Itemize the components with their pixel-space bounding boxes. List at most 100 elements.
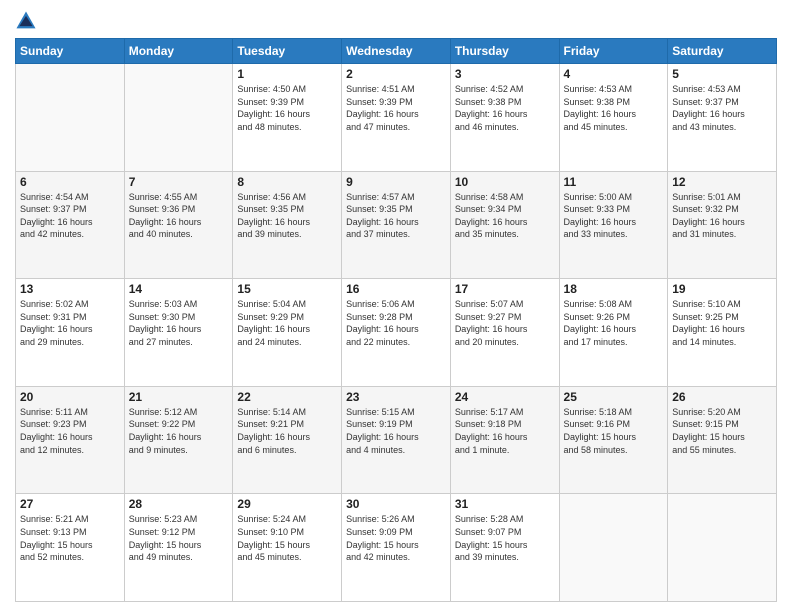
day-info: Sunrise: 5:26 AM Sunset: 9:09 PM Dayligh… (346, 513, 446, 563)
calendar-cell (16, 64, 125, 172)
day-info: Sunrise: 5:06 AM Sunset: 9:28 PM Dayligh… (346, 298, 446, 348)
day-info: Sunrise: 5:24 AM Sunset: 9:10 PM Dayligh… (237, 513, 337, 563)
day-info: Sunrise: 5:07 AM Sunset: 9:27 PM Dayligh… (455, 298, 555, 348)
day-number: 3 (455, 67, 555, 81)
day-number: 5 (672, 67, 772, 81)
day-info: Sunrise: 4:57 AM Sunset: 9:35 PM Dayligh… (346, 191, 446, 241)
day-number: 13 (20, 282, 120, 296)
calendar-row-2: 6 Sunrise: 4:54 AM Sunset: 9:37 PM Daylig… (16, 171, 777, 279)
day-number: 20 (20, 390, 120, 404)
calendar-cell: 18 Sunrise: 5:08 AM Sunset: 9:26 PM Dayli… (559, 279, 668, 387)
day-number: 7 (129, 175, 229, 189)
day-info: Sunrise: 5:04 AM Sunset: 9:29 PM Dayligh… (237, 298, 337, 348)
day-info: Sunrise: 5:01 AM Sunset: 9:32 PM Dayligh… (672, 191, 772, 241)
calendar-cell: 1 Sunrise: 4:50 AM Sunset: 9:39 PM Daylig… (233, 64, 342, 172)
calendar-row-1: 1 Sunrise: 4:50 AM Sunset: 9:39 PM Daylig… (16, 64, 777, 172)
day-info: Sunrise: 5:21 AM Sunset: 9:13 PM Dayligh… (20, 513, 120, 563)
calendar-cell: 20 Sunrise: 5:11 AM Sunset: 9:23 PM Dayli… (16, 386, 125, 494)
calendar-cell: 12Sunrise: 5:01 AM Sunset: 9:32 PM Dayli… (668, 171, 777, 279)
calendar-cell: 29Sunrise: 5:24 AM Sunset: 9:10 PM Dayli… (233, 494, 342, 602)
day-info: Sunrise: 4:53 AM Sunset: 9:38 PM Dayligh… (564, 83, 664, 133)
day-info: Sunrise: 4:54 AM Sunset: 9:37 PM Dayligh… (20, 191, 120, 241)
calendar-cell: 23 Sunrise: 5:15 AM Sunset: 9:19 PM Dayli… (342, 386, 451, 494)
calendar-cell: 6 Sunrise: 4:54 AM Sunset: 9:37 PM Daylig… (16, 171, 125, 279)
day-number: 10 (455, 175, 555, 189)
day-number: 9 (346, 175, 446, 189)
calendar-cell: 10 Sunrise: 4:58 AM Sunset: 9:34 PM Dayli… (450, 171, 559, 279)
calendar-cell: 25 Sunrise: 5:18 AM Sunset: 9:16 PM Dayli… (559, 386, 668, 494)
day-info: Sunrise: 5:03 AM Sunset: 9:30 PM Dayligh… (129, 298, 229, 348)
header (15, 10, 777, 32)
calendar-cell: 14Sunrise: 5:03 AM Sunset: 9:30 PM Dayli… (124, 279, 233, 387)
day-number: 11 (564, 175, 664, 189)
logo-icon (15, 10, 37, 32)
day-number: 4 (564, 67, 664, 81)
calendar-cell: 7 Sunrise: 4:55 AM Sunset: 9:36 PM Daylig… (124, 171, 233, 279)
day-info: Sunrise: 4:55 AM Sunset: 9:36 PM Dayligh… (129, 191, 229, 241)
day-number: 25 (564, 390, 664, 404)
calendar-cell: 5 Sunrise: 4:53 AM Sunset: 9:37 PM Daylig… (668, 64, 777, 172)
day-info: Sunrise: 5:15 AM Sunset: 9:19 PM Dayligh… (346, 406, 446, 456)
day-number: 21 (129, 390, 229, 404)
calendar-cell: 22 Sunrise: 5:14 AM Sunset: 9:21 PM Dayli… (233, 386, 342, 494)
calendar-cell: 3 Sunrise: 4:52 AM Sunset: 9:38 PM Daylig… (450, 64, 559, 172)
day-number: 18 (564, 282, 664, 296)
day-number: 17 (455, 282, 555, 296)
day-info: Sunrise: 5:12 AM Sunset: 9:22 PM Dayligh… (129, 406, 229, 456)
day-info: Sunrise: 5:08 AM Sunset: 9:26 PM Dayligh… (564, 298, 664, 348)
day-info: Sunrise: 5:28 AM Sunset: 9:07 PM Dayligh… (455, 513, 555, 563)
calendar-row-4: 20 Sunrise: 5:11 AM Sunset: 9:23 PM Dayli… (16, 386, 777, 494)
day-number: 31 (455, 497, 555, 511)
calendar-cell: 2 Sunrise: 4:51 AM Sunset: 9:39 PM Daylig… (342, 64, 451, 172)
day-number: 6 (20, 175, 120, 189)
calendar-cell: 8 Sunrise: 4:56 AM Sunset: 9:35 PM Daylig… (233, 171, 342, 279)
calendar-cell: 13 Sunrise: 5:02 AM Sunset: 9:31 PM Dayli… (16, 279, 125, 387)
logo (15, 10, 41, 32)
day-number: 28 (129, 497, 229, 511)
calendar-header-tuesday: Tuesday (233, 39, 342, 64)
day-info: Sunrise: 4:51 AM Sunset: 9:39 PM Dayligh… (346, 83, 446, 133)
day-info: Sunrise: 5:18 AM Sunset: 9:16 PM Dayligh… (564, 406, 664, 456)
day-number: 23 (346, 390, 446, 404)
calendar-cell: 26 Sunrise: 5:20 AM Sunset: 9:15 PM Dayli… (668, 386, 777, 494)
calendar-header-sunday: Sunday (16, 39, 125, 64)
day-number: 8 (237, 175, 337, 189)
day-number: 22 (237, 390, 337, 404)
day-number: 30 (346, 497, 446, 511)
calendar-cell (124, 64, 233, 172)
day-number: 19 (672, 282, 772, 296)
day-info: Sunrise: 5:02 AM Sunset: 9:31 PM Dayligh… (20, 298, 120, 348)
calendar-header-wednesday: Wednesday (342, 39, 451, 64)
day-number: 15 (237, 282, 337, 296)
day-info: Sunrise: 4:50 AM Sunset: 9:39 PM Dayligh… (237, 83, 337, 133)
day-info: Sunrise: 5:20 AM Sunset: 9:15 PM Dayligh… (672, 406, 772, 456)
calendar-cell: 24Sunrise: 5:17 AM Sunset: 9:18 PM Dayli… (450, 386, 559, 494)
calendar-cell: 15 Sunrise: 5:04 AM Sunset: 9:29 PM Dayli… (233, 279, 342, 387)
calendar-cell: 4 Sunrise: 4:53 AM Sunset: 9:38 PM Daylig… (559, 64, 668, 172)
calendar-cell: 28Sunrise: 5:23 AM Sunset: 9:12 PM Dayli… (124, 494, 233, 602)
day-number: 1 (237, 67, 337, 81)
calendar-row-5: 27 Sunrise: 5:21 AM Sunset: 9:13 PM Dayli… (16, 494, 777, 602)
day-info: Sunrise: 5:14 AM Sunset: 9:21 PM Dayligh… (237, 406, 337, 456)
calendar-cell: 27 Sunrise: 5:21 AM Sunset: 9:13 PM Dayli… (16, 494, 125, 602)
calendar-cell: 9 Sunrise: 4:57 AM Sunset: 9:35 PM Daylig… (342, 171, 451, 279)
day-info: Sunrise: 4:53 AM Sunset: 9:37 PM Dayligh… (672, 83, 772, 133)
day-info: Sunrise: 5:11 AM Sunset: 9:23 PM Dayligh… (20, 406, 120, 456)
day-number: 2 (346, 67, 446, 81)
calendar-header-row: SundayMondayTuesdayWednesdayThursdayFrid… (16, 39, 777, 64)
calendar-header-monday: Monday (124, 39, 233, 64)
page: SundayMondayTuesdayWednesdayThursdayFrid… (0, 0, 792, 612)
day-number: 26 (672, 390, 772, 404)
day-info: Sunrise: 4:56 AM Sunset: 9:35 PM Dayligh… (237, 191, 337, 241)
calendar-cell: 30 Sunrise: 5:26 AM Sunset: 9:09 PM Dayli… (342, 494, 451, 602)
calendar-row-3: 13 Sunrise: 5:02 AM Sunset: 9:31 PM Dayli… (16, 279, 777, 387)
day-info: Sunrise: 4:58 AM Sunset: 9:34 PM Dayligh… (455, 191, 555, 241)
day-number: 27 (20, 497, 120, 511)
calendar-cell (559, 494, 668, 602)
day-number: 16 (346, 282, 446, 296)
day-info: Sunrise: 4:52 AM Sunset: 9:38 PM Dayligh… (455, 83, 555, 133)
calendar-cell: 17 Sunrise: 5:07 AM Sunset: 9:27 PM Dayli… (450, 279, 559, 387)
day-info: Sunrise: 5:10 AM Sunset: 9:25 PM Dayligh… (672, 298, 772, 348)
calendar-cell: 19 Sunrise: 5:10 AM Sunset: 9:25 PM Dayli… (668, 279, 777, 387)
calendar-table: SundayMondayTuesdayWednesdayThursdayFrid… (15, 38, 777, 602)
